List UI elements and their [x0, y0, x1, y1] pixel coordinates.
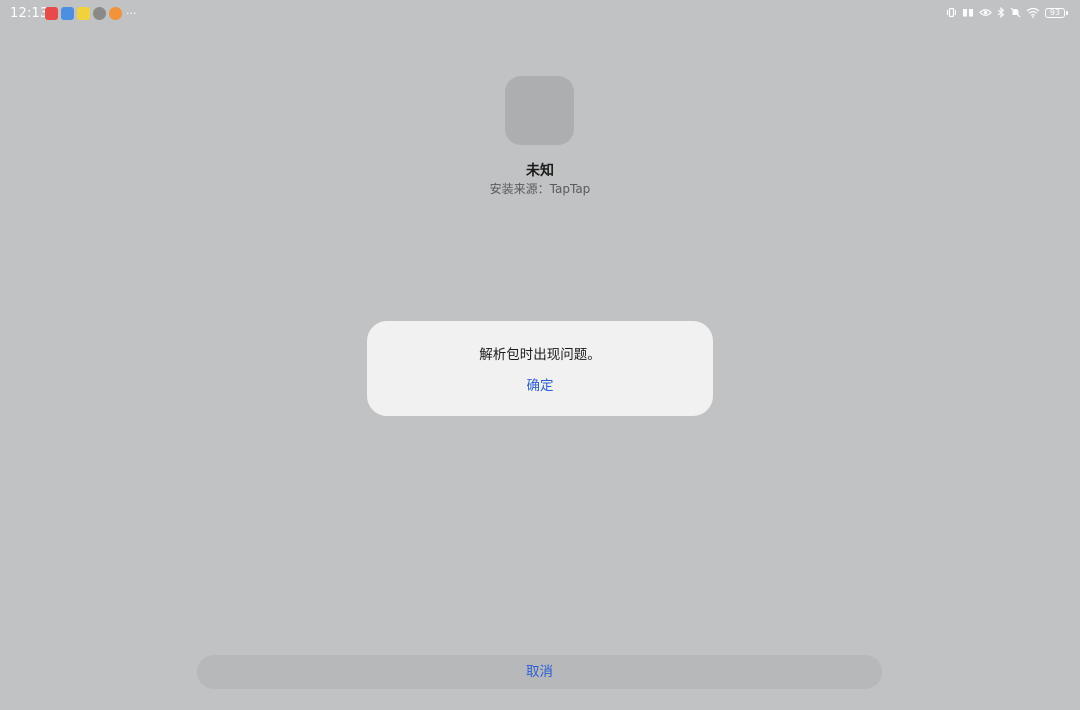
status-time: 12:13 [10, 6, 49, 21]
system-icons: 93 [946, 7, 1068, 18]
battery-level: 93 [1045, 7, 1065, 18]
reading-mode-icon [963, 9, 973, 17]
blue-app-notification-icon [61, 7, 74, 20]
app-name: 未知 [526, 163, 554, 179]
wifi-icon [1026, 7, 1040, 18]
bluetooth-icon [997, 7, 1005, 18]
red-app-notification-icon [45, 7, 58, 20]
install-source: 安装来源：TapTap [489, 182, 591, 196]
confirm-button[interactable]: 确定 [500, 373, 580, 399]
battery-icon: 93 [1045, 7, 1068, 18]
more-notifications-indicator: ··· [126, 7, 137, 20]
status-bar: 12:13 ··· 93 [0, 0, 1080, 28]
app-icon-placeholder [505, 76, 574, 145]
cancel-button[interactable]: 取消 [197, 655, 882, 689]
notification-icons: ··· [45, 7, 137, 20]
eye-comfort-icon [979, 9, 992, 16]
dialog-message: 解析包时出现问题。 [479, 347, 601, 363]
vibrate-icon [946, 7, 957, 18]
gray-app-notification-icon [93, 7, 106, 20]
parse-error-dialog: 解析包时出现问题。 确定 [367, 321, 713, 416]
yellow-app-notification-icon [77, 7, 90, 20]
orange-app-notification-icon [109, 7, 122, 20]
mute-icon [1010, 7, 1021, 18]
